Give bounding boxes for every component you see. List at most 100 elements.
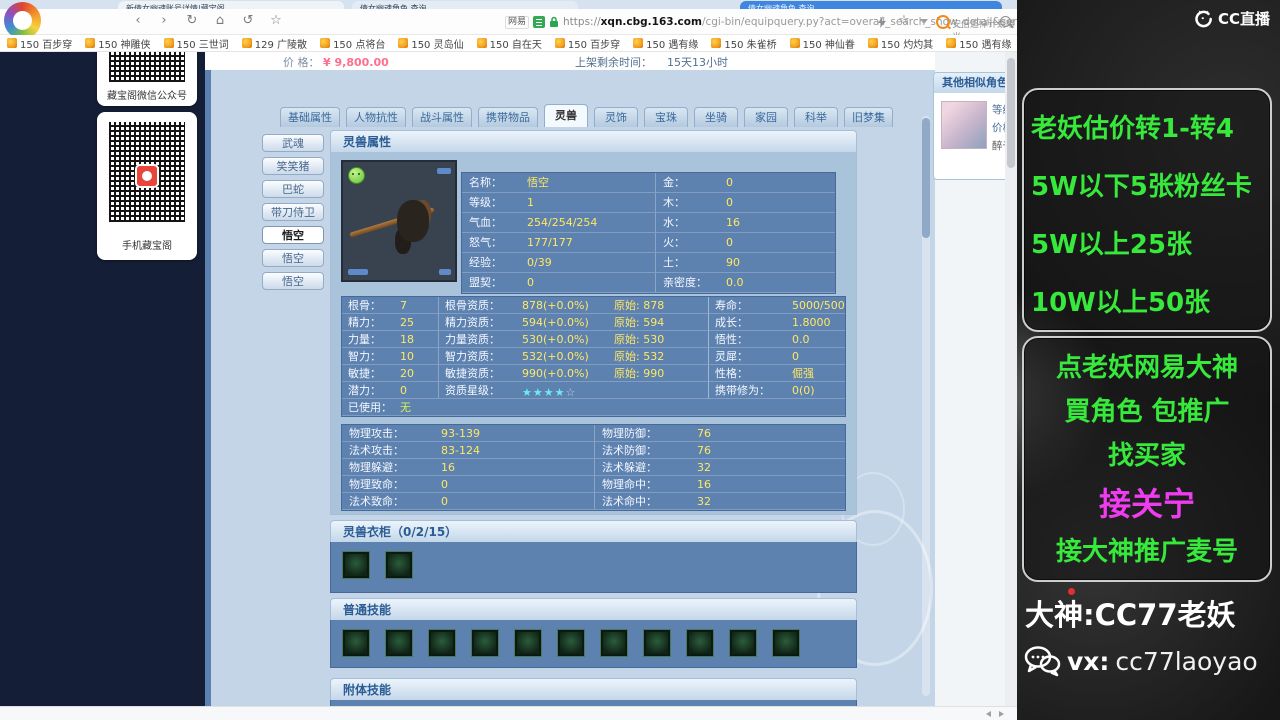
star-rating-empty: ☆ (565, 386, 576, 399)
bookmark-item[interactable]: 150 点将台 (320, 36, 385, 51)
info-value: 0 (719, 233, 835, 253)
stat-value: 5000/5000 (786, 297, 845, 314)
bookmark-item[interactable]: 150 遇有缘 (633, 36, 698, 51)
reload-icon[interactable]: ↻ (182, 13, 202, 29)
wechat-contact: vx: cc77laoyao (1023, 644, 1258, 678)
attach-skills-section: 附体技能 (330, 678, 857, 706)
info-value: 0/39 (520, 253, 655, 273)
price-board-line: 老妖估价转1-转4 (1031, 114, 1234, 144)
send-to-phone-icon[interactable] (878, 16, 886, 28)
history-icon[interactable]: ↺ (238, 13, 258, 29)
info-value: 悟空 (520, 173, 655, 193)
wardrobe-slot (343, 552, 369, 578)
next-icon[interactable] (999, 711, 1004, 717)
dropdown-caret-icon[interactable] (920, 19, 928, 24)
info-label: 气血： (462, 213, 520, 233)
browser-logo-icon[interactable] (4, 2, 41, 39)
bookmark-item[interactable]: 129 广陵散 (241, 36, 307, 51)
stat-label: 根骨： (342, 297, 394, 314)
bookmark-item[interactable]: 150 百步穿 (554, 36, 621, 51)
pet-list-item[interactable]: 悟空 (262, 272, 324, 290)
stat-label: 携带修为： (708, 382, 786, 399)
pet-list-item[interactable]: 武魂 (262, 134, 324, 152)
bookmark-label: 150 遇有缘 (646, 39, 699, 51)
stat-value: 594(+0.0%) (516, 314, 608, 331)
favorite-star-icon[interactable]: ☆ (894, 13, 914, 29)
detail-tab[interactable]: 旧梦集 (844, 107, 893, 127)
detail-tab[interactable]: 宝珠 (644, 107, 688, 127)
info-label: 经验： (462, 253, 520, 273)
bookmark-item[interactable]: 150 神雕侠 (85, 36, 151, 51)
detail-tab[interactable]: 灵饰 (594, 107, 638, 127)
detail-tab[interactable]: 战斗属性 (412, 107, 472, 127)
bookmark-star-icon[interactable]: ☆ (266, 13, 286, 29)
home-icon[interactable]: ⌂ (210, 13, 230, 29)
info-label: 土： (655, 253, 719, 273)
bookmark-label: 150 灼灼其 (880, 39, 934, 51)
bookmark-item[interactable]: 150 百步穿 (7, 36, 72, 51)
browser-tab[interactable]: 新倩女幽魂账号详情|藏宝阁 (118, 1, 344, 9)
back-icon[interactable]: ‹ (128, 13, 148, 29)
pet-list-item[interactable]: 悟空 (262, 226, 324, 244)
combat-label: 法术防御： (594, 442, 690, 459)
detail-tab[interactable]: 科举 (794, 107, 838, 127)
bookmark-item[interactable]: 150 遇有缘 (946, 36, 1011, 51)
bookmark-label: 150 百步穿 (567, 39, 621, 51)
skill-slot (644, 630, 670, 656)
detail-tab[interactable]: 坐骑 (694, 107, 738, 127)
combat-value: 76 (690, 425, 845, 442)
prev-icon[interactable] (986, 711, 991, 717)
stat-label: 力量： (342, 331, 394, 348)
bookmark-item[interactable]: 150 自在天 (476, 36, 542, 51)
bookmark-favicon (554, 38, 565, 48)
pet-attributes-section: 灵兽属性 名称： 悟空 金： 0 等级： 1 木： 0 气血： 254/254/… (330, 130, 857, 515)
detail-tab[interactable]: 家园 (744, 107, 788, 127)
bookmark-label: 150 神雕侠 (98, 39, 151, 51)
browser-tab[interactable]: 倩女幽魂角色 查询 (352, 1, 578, 9)
pet-list-item[interactable]: 笑笑猪 (262, 157, 324, 175)
stat-original-value: 原始: 532 (608, 348, 708, 365)
pet-list-item[interactable]: 巴蛇 (262, 180, 324, 198)
wechat-id: cc77laoyao (1115, 646, 1258, 676)
detail-tab[interactable]: 灵兽 (544, 104, 588, 127)
detail-tab[interactable]: 携带物品 (478, 107, 538, 127)
listing-info-bar: 价 格： ¥ 9,800.00 上架剩余时间： 15天13小时 (205, 52, 1017, 70)
chat-bubbles-icon (1024, 646, 1061, 677)
cc-live-logo: CC直播 (1194, 8, 1270, 29)
stat-label: 性格： (708, 365, 786, 382)
similar-role-avatar[interactable] (941, 101, 987, 149)
browser-tab[interactable]: 倩女幽魂角色 查询 (740, 1, 1002, 9)
bookmark-item[interactable]: 150 灵岛仙 (398, 36, 464, 51)
reader-extension-icon[interactable] (533, 16, 546, 28)
forward-icon[interactable]: › (154, 13, 174, 29)
info-value: 90 (719, 253, 835, 273)
bookmark-favicon (163, 38, 174, 48)
price-board-line: 5W以上25张 (1031, 230, 1192, 260)
bookmark-label: 150 朱雀桥 (724, 39, 777, 51)
detail-tab[interactable]: 人物抗性 (346, 107, 406, 127)
bookmark-label: 150 自在天 (489, 39, 542, 51)
search-engine-icon[interactable] (936, 15, 950, 29)
combat-value: 0 (434, 476, 594, 493)
bookmark-item[interactable]: 150 灼灼其 (867, 36, 934, 51)
browser-scrollbar[interactable] (1005, 52, 1017, 706)
netease-extension-icon[interactable]: 网易 (505, 15, 530, 29)
pet-list-item[interactable]: 带刀侍卫 (262, 203, 324, 221)
skill-slot (601, 630, 627, 656)
content-scrollbar-thumb[interactable] (922, 118, 930, 238)
bookmark-item[interactable]: 150 朱雀桥 (711, 36, 777, 51)
detail-tab[interactable]: 基础属性 (280, 107, 340, 127)
wechat-qr-card: 藏宝阁微信公众号 (97, 52, 197, 106)
stat-label: 寿命： (708, 297, 786, 314)
search-icon[interactable] (1000, 16, 1011, 27)
info-value: 0.0 (719, 273, 835, 293)
detail-content: 基础属性 人物抗性 战斗属性 携带物品 灵兽 灵饰 宝珠 坐骑 家园 科举 旧梦集 武魂笑笑猪巴蛇带… (205, 70, 935, 706)
app-logo-icon (135, 164, 159, 188)
browser-scrollbar-thumb[interactable] (1007, 58, 1015, 168)
attach-skills-title: 附体技能 (330, 678, 857, 700)
content-scrollbar[interactable] (922, 116, 930, 696)
bookmark-item[interactable]: 150 神仙眷 (789, 36, 855, 51)
combat-value: 16 (434, 459, 594, 476)
bookmark-item[interactable]: 150 三世词 (163, 36, 229, 51)
pet-list-item[interactable]: 悟空 (262, 249, 324, 267)
